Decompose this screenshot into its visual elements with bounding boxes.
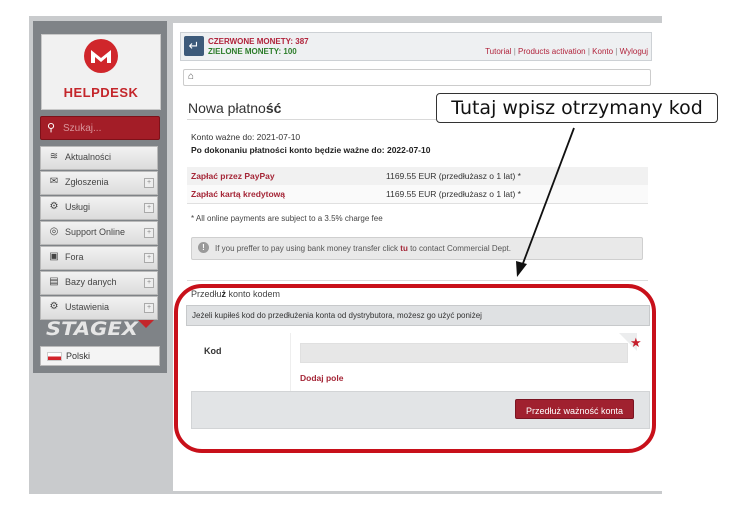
account-valid-until: Konto ważne do: 2021-07-10 (191, 132, 301, 142)
stagex-logo: STAGEX (42, 316, 160, 340)
annotation-text: Tutaj wpisz otrzymany kod (451, 97, 703, 119)
sidebar-item-label: Usługi (65, 202, 91, 212)
support-icon: ◎ (49, 226, 59, 237)
link-tutorial[interactable]: Tutorial (485, 47, 511, 56)
expand-icon[interactable]: + (144, 278, 154, 288)
sidebar-nav: ≋ Aktualności ✉ Zgłoszenia + ⚙ Usługi + … (40, 146, 158, 321)
payment-row-paypal: Zapłać przez PayPay 1169.55 EUR (przedłu… (187, 167, 648, 186)
expand-icon[interactable]: + (144, 228, 154, 238)
logo-text: HELPDESK (63, 85, 139, 100)
search-box[interactable]: ⚲ (40, 116, 160, 140)
sidebar-item-label: Aktualności (65, 152, 112, 162)
link-products-activation[interactable]: Products activation (518, 47, 586, 56)
folder-icon: ▤ (49, 276, 59, 287)
search-input[interactable] (61, 120, 155, 136)
extend-account-button[interactable]: Przedłuż ważność konta (515, 399, 634, 419)
code-input[interactable] (300, 343, 628, 363)
code-section-description: Jeżeli kupiłeś kod do przedłużenia konta… (186, 305, 650, 326)
payment-price: 1169.55 EUR (przedłużasz o 1 lat) * (386, 171, 521, 181)
annotation-callout: Tutaj wpisz otrzymany kod (436, 93, 718, 123)
polish-flag-icon (47, 352, 62, 361)
expand-icon[interactable]: + (144, 303, 154, 313)
chat-icon: ▣ (49, 251, 59, 262)
pay-card-link[interactable]: Zapłać kartą kredytową (191, 189, 285, 199)
rss-icon: ≋ (49, 151, 59, 162)
gear-icon: ⚙ (49, 201, 59, 212)
settings-icon: ⚙ (49, 301, 59, 312)
divider (187, 280, 648, 281)
bank-transfer-text: If you preffer to pay using bank money t… (215, 244, 511, 253)
account-valid-after-payment: Po dokonaniu płatności konto będzie ważn… (191, 145, 431, 155)
back-arrow-icon[interactable]: ↵ (184, 36, 204, 56)
stagex-logo-text: STAGEX (46, 318, 139, 340)
bank-transfer-info: ! If you preffer to pay using bank money… (191, 237, 643, 260)
red-coins: CZERWONE MONETY: 387 (208, 37, 309, 46)
expand-icon[interactable]: + (144, 253, 154, 263)
helpdesk-logo-icon (84, 39, 118, 73)
home-icon[interactable]: ⌂ (188, 71, 194, 82)
page-title: Nowa płatność (188, 100, 282, 116)
code-label: Kod (204, 346, 222, 356)
top-links: Tutorial | Products activation | Konto |… (485, 47, 648, 56)
sidebar-item-label: Ustawienia (65, 302, 110, 312)
code-section-title: Przedłuż konto kodem (191, 289, 281, 299)
sidebar-item-label: Support Online (65, 227, 126, 237)
pay-paypal-link[interactable]: Zapłać przez PayPay (191, 171, 275, 181)
language-selector[interactable]: Polski (40, 346, 160, 366)
required-star-icon: ★ (630, 335, 642, 350)
payment-row-card: Zapłać kartą kredytową 1169.55 EUR (prze… (187, 185, 648, 204)
info-icon: ! (198, 242, 209, 253)
sidebar-item-fora[interactable]: ▣ Fora + (40, 246, 158, 270)
logo[interactable]: HELPDESK (41, 34, 161, 110)
breadcrumb: ⌂ (183, 69, 651, 86)
expand-icon[interactable]: + (144, 178, 154, 188)
sidebar-item-support-online[interactable]: ◎ Support Online + (40, 221, 158, 245)
sidebar-item-aktualnosci[interactable]: ≋ Aktualności (40, 146, 158, 170)
sidebar-item-uslugi[interactable]: ⚙ Usługi + (40, 196, 158, 220)
sidebar-item-label: Zgłoszenia (65, 177, 109, 187)
envelope-icon: ✉ (49, 176, 59, 187)
sidebar-item-label: Bazy danych (65, 277, 117, 287)
expand-icon[interactable]: + (144, 203, 154, 213)
sidebar-item-label: Fora (65, 252, 84, 262)
link-konto[interactable]: Konto (592, 47, 613, 56)
search-icon: ⚲ (47, 122, 56, 134)
link-wyloguj[interactable]: Wyloguj (620, 47, 648, 56)
contact-link[interactable]: tu (400, 244, 408, 253)
green-coins: ZIELONE MONETY: 100 (208, 47, 297, 56)
add-field-link[interactable]: Dodaj pole (300, 373, 343, 383)
top-bar: ↵ CZERWONE MONETY: 387 ZIELONE MONETY: 1… (180, 32, 652, 61)
form-divider (290, 333, 291, 391)
language-label: Polski (66, 351, 91, 361)
payment-price: 1169.55 EUR (przedłużasz o 1 lat) * (386, 189, 521, 199)
sidebar-item-bazy-danych[interactable]: ▤ Bazy danych + (40, 271, 158, 295)
charge-fee-note: * All online payments are subject to a 3… (191, 214, 383, 223)
sidebar-item-zgloszenia[interactable]: ✉ Zgłoszenia + (40, 171, 158, 195)
